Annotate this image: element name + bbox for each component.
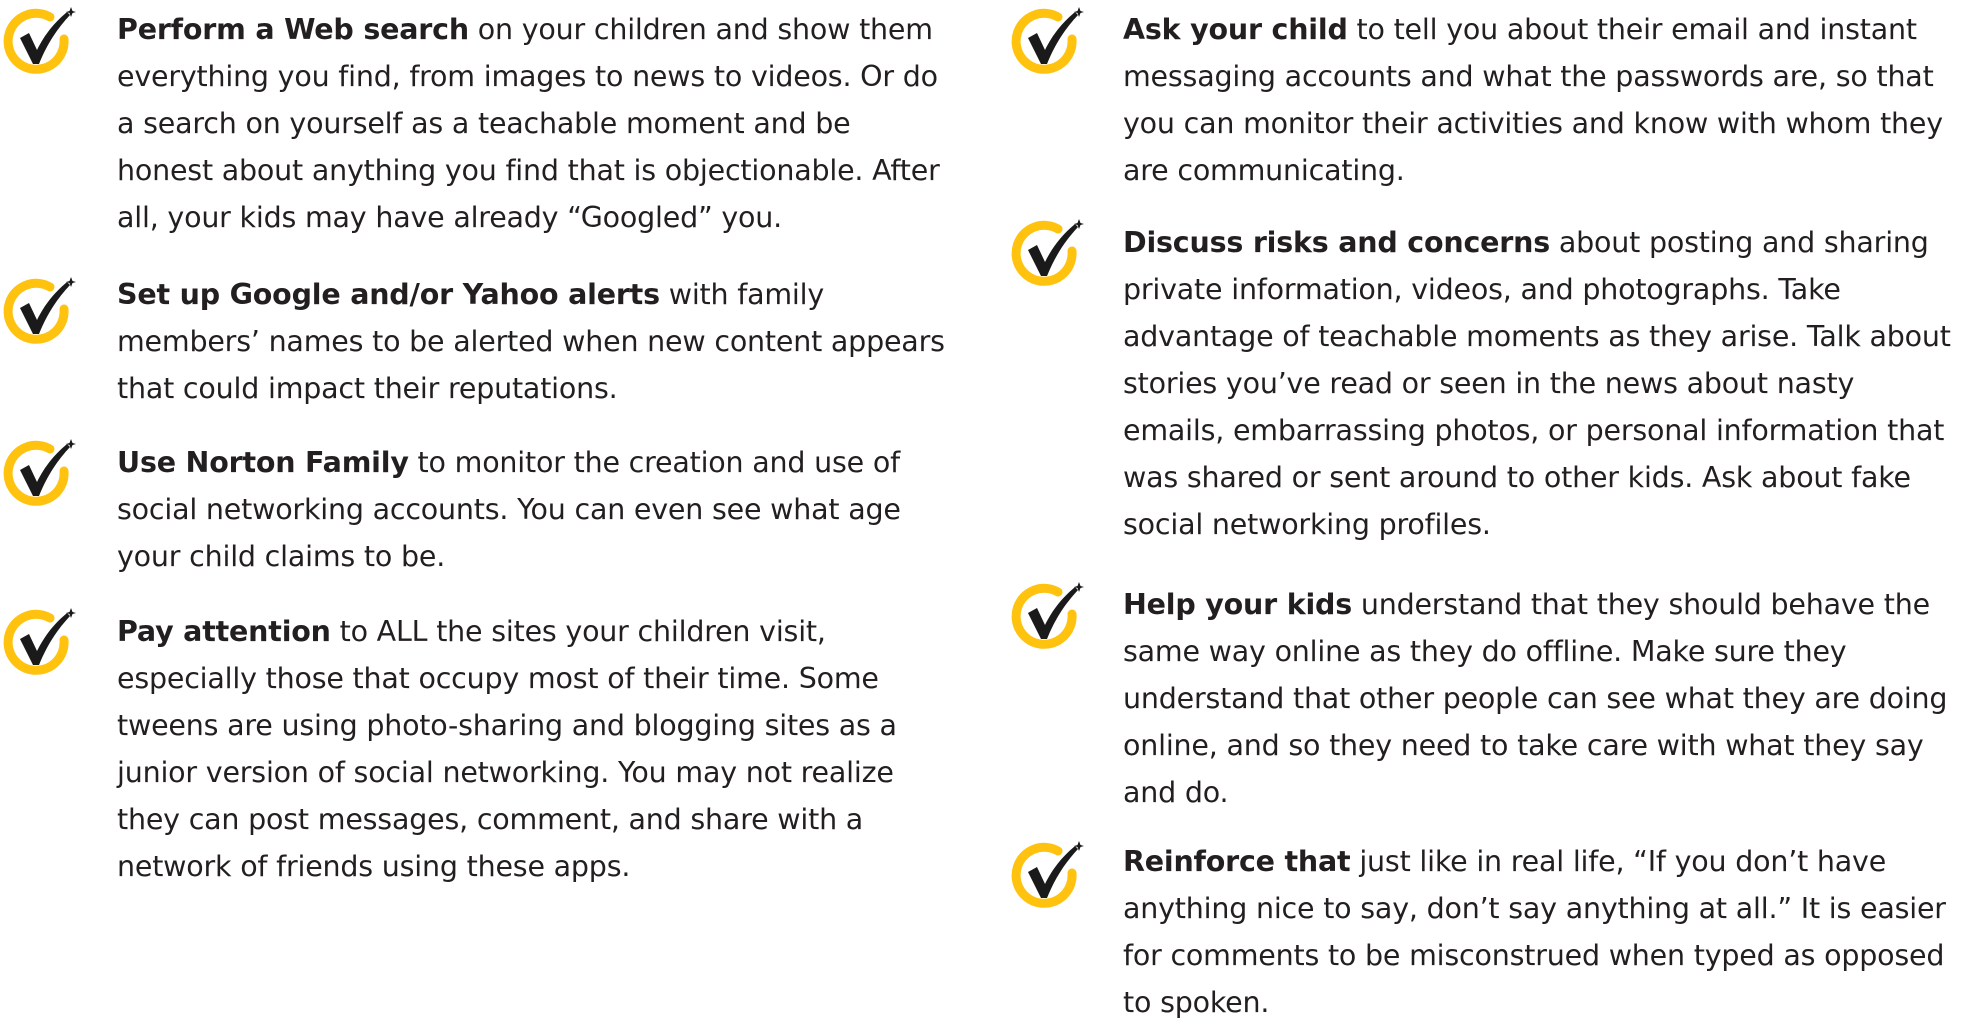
tip-text: Reinforce that just like in real life, “… (1123, 838, 1962, 1026)
tip-ask-your-child: Ask your child to tell you about their e… (1008, 0, 1962, 195)
tip-perform-web-search: Perform a Web search on your children an… (0, 0, 960, 240)
norton-checkmark-icon (0, 4, 76, 80)
tip-text: Perform a Web search on your children an… (117, 6, 947, 241)
tip-text: Ask your child to tell you about their e… (1123, 6, 1962, 194)
tip-text: Use Norton Family to monitor the creatio… (117, 439, 947, 580)
tip-text: Discuss risks and concerns about posting… (1123, 219, 1962, 548)
tip-body: on your children and show them everythin… (117, 13, 940, 234)
tip-body: about posting and sharing private inform… (1123, 226, 1951, 541)
tip-text: Set up Google and/or Yahoo alerts with f… (117, 271, 947, 412)
tip-lead: Pay attention (117, 615, 331, 648)
tip-set-up-alerts: Set up Google and/or Yahoo alerts with f… (0, 265, 960, 415)
tip-body: to ALL the sites your children visit, es… (117, 615, 897, 883)
tip-reinforce-that: Reinforce that just like in real life, “… (1008, 835, 1962, 1029)
tip-lead: Use Norton Family (117, 446, 409, 479)
norton-checkmark-icon (1008, 838, 1084, 914)
tip-lead: Ask your child (1123, 13, 1348, 46)
norton-checkmark-icon (1008, 579, 1084, 655)
tip-body: understand that they should behave the s… (1123, 588, 1948, 809)
tip-help-your-kids: Help your kids understand that they shou… (1008, 575, 1962, 820)
tip-discuss-risks: Discuss risks and concerns about posting… (1008, 216, 1962, 556)
tip-lead: Discuss risks and concerns (1123, 226, 1550, 259)
norton-checkmark-icon (0, 605, 76, 681)
norton-checkmark-icon (1008, 4, 1084, 80)
norton-checkmark-icon (1008, 216, 1084, 292)
tip-lead: Perform a Web search (117, 13, 469, 46)
norton-checkmark-icon (0, 274, 76, 350)
tip-pay-attention: Pay attention to ALL the sites your chil… (0, 605, 960, 895)
tip-text: Help your kids understand that they shou… (1123, 581, 1962, 816)
tip-lead: Set up Google and/or Yahoo alerts (117, 278, 660, 311)
tip-use-norton-family: Use Norton Family to monitor the creatio… (0, 435, 960, 585)
tip-lead: Reinforce that (1123, 845, 1351, 878)
norton-checkmark-icon (0, 436, 76, 512)
tip-lead: Help your kids (1123, 588, 1352, 621)
tip-text: Pay attention to ALL the sites your chil… (117, 608, 947, 890)
